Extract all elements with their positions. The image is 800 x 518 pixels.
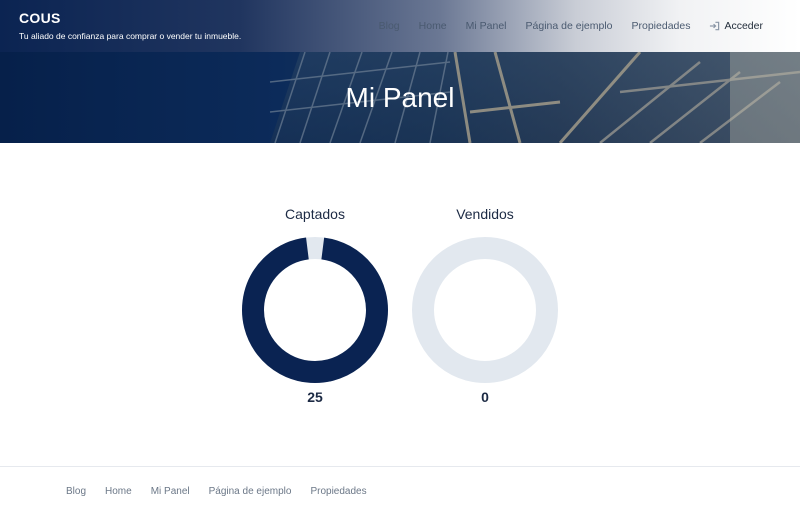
donut-chart: [412, 237, 558, 383]
footer-nav: Blog Home Mi Panel Página de ejemplo Pro…: [66, 486, 386, 497]
nav-item-home[interactable]: Home: [419, 20, 447, 32]
nav-item-propiedades[interactable]: Propiedades: [632, 20, 691, 32]
brand[interactable]: COUS Tu aliado de confianza para comprar…: [19, 10, 241, 41]
stat-value: 25: [307, 389, 323, 405]
donut-chart: [242, 237, 388, 383]
stat-title: Captados: [285, 206, 345, 222]
footer-item-home[interactable]: Home: [105, 486, 132, 497]
stat-value: 0: [481, 389, 489, 405]
brand-tagline: Tu aliado de confianza para comprar o ve…: [19, 31, 242, 41]
footer-item-propiedades[interactable]: Propiedades: [310, 486, 366, 497]
login-label: Acceder: [724, 20, 763, 32]
footer-item-pagina-de-ejemplo[interactable]: Página de ejemplo: [209, 486, 292, 497]
stat-title: Vendidos: [456, 206, 514, 222]
donut-fill: [242, 237, 388, 383]
footer-divider: [0, 466, 800, 467]
nav-item-blog[interactable]: Blog: [379, 20, 400, 32]
site-header: COUS Tu aliado de confianza para comprar…: [0, 0, 800, 52]
nav-item-pagina-de-ejemplo[interactable]: Página de ejemplo: [526, 20, 613, 32]
sign-in-icon: [710, 21, 720, 31]
hero-banner: Mi Panel: [0, 52, 800, 143]
main-nav: Blog Home Mi Panel Página de ejemplo Pro…: [379, 0, 800, 52]
donut-track: [412, 237, 558, 383]
brand-name[interactable]: COUS: [19, 10, 241, 26]
footer-item-blog[interactable]: Blog: [66, 486, 86, 497]
footer-item-mi-panel[interactable]: Mi Panel: [151, 486, 190, 497]
stat-vendidos: Vendidos 0: [410, 204, 560, 405]
stat-captados: Captados 25: [240, 204, 390, 405]
login-link[interactable]: Acceder: [709, 20, 763, 32]
nav-item-mi-panel[interactable]: Mi Panel: [466, 20, 507, 32]
page-title: Mi Panel: [345, 81, 455, 113]
